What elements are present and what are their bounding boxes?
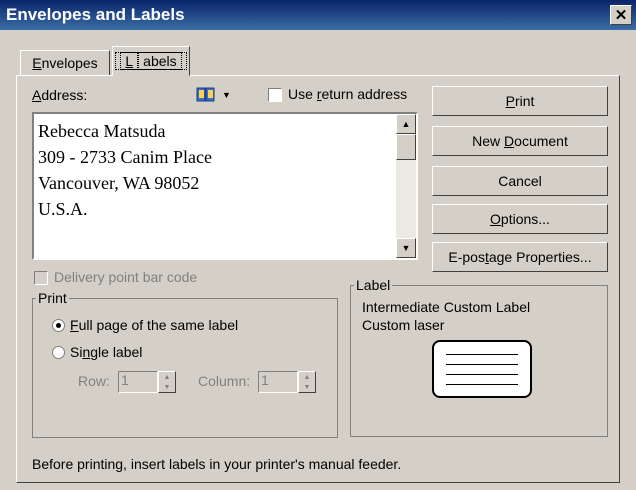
close-icon: ✕ bbox=[614, 7, 628, 24]
address-scrollbar[interactable]: ▲ ▼ bbox=[396, 114, 416, 258]
address-text: Rebecca Matsuda 309 - 2733 Canim Place V… bbox=[38, 118, 212, 222]
address-book-icon bbox=[196, 87, 215, 102]
full-page-label: Full page of the same label bbox=[70, 317, 239, 333]
use-return-address-label: Use return address bbox=[288, 86, 408, 102]
new-document-button-label: New Document bbox=[472, 133, 568, 149]
new-document-button[interactable]: New Document bbox=[432, 126, 608, 156]
footer-instructions: Before printing, insert labels in your p… bbox=[32, 456, 402, 472]
single-label-label: Single label bbox=[70, 344, 143, 360]
epostage-properties-button[interactable]: E-postage Properties... bbox=[432, 242, 608, 272]
column-label: Column: bbox=[198, 373, 251, 389]
tab-labels[interactable]: Labels bbox=[112, 46, 190, 76]
cancel-button[interactable]: Cancel bbox=[432, 166, 608, 196]
epostage-properties-button-label: E-postage Properties... bbox=[448, 249, 592, 265]
scroll-up-button[interactable]: ▲ bbox=[396, 114, 416, 134]
label-type: Custom laser bbox=[362, 317, 445, 333]
address-textarea[interactable]: Rebecca Matsuda 309 - 2733 Canim Place V… bbox=[32, 112, 418, 260]
address-line: Rebecca Matsuda bbox=[38, 121, 166, 141]
address-label: Address: bbox=[32, 87, 88, 103]
print-group-title: Print bbox=[36, 290, 69, 306]
options-button[interactable]: Options... bbox=[432, 204, 608, 234]
delivery-barcode-checkbox[interactable] bbox=[34, 271, 48, 285]
close-button[interactable]: ✕ bbox=[610, 5, 632, 25]
chevron-down-icon: ▼ bbox=[163, 383, 171, 391]
delivery-barcode-label: Delivery point bar code bbox=[54, 269, 198, 285]
single-label-radio[interactable] bbox=[52, 346, 65, 359]
chevron-up-icon: ▲ bbox=[163, 373, 171, 381]
chevron-down-icon: ▼ bbox=[303, 383, 311, 391]
address-line: 309 - 2733 Canim Place bbox=[38, 147, 212, 167]
chevron-down-icon: ▼ bbox=[401, 243, 411, 253]
use-return-address-checkbox[interactable] bbox=[268, 88, 282, 102]
address-line: Vancouver, WA 98052 bbox=[38, 173, 200, 193]
title-bar: Envelopes and Labels ✕ bbox=[0, 0, 636, 30]
cancel-button-label: Cancel bbox=[498, 173, 542, 189]
chevron-down-icon: ▼ bbox=[222, 89, 231, 100]
tab-envelopes[interactable]: Envelopes bbox=[20, 50, 110, 76]
chevron-up-icon: ▲ bbox=[401, 119, 411, 129]
tab-envelopes-label: Envelopes bbox=[32, 55, 98, 71]
label-preview-icon[interactable] bbox=[432, 340, 532, 398]
column-spinner[interactable]: ▲ ▼ bbox=[298, 371, 316, 393]
column-input[interactable]: 1 bbox=[258, 371, 298, 393]
full-page-radio[interactable] bbox=[52, 319, 65, 332]
row-input[interactable]: 1 bbox=[118, 371, 158, 393]
label-group-title: Label bbox=[354, 277, 393, 293]
print-button[interactable]: Print bbox=[432, 86, 608, 116]
tab-labels-label: Labels bbox=[115, 52, 187, 70]
row-spinner[interactable]: ▲ ▼ bbox=[158, 371, 176, 393]
address-line: U.S.A. bbox=[38, 199, 88, 219]
address-book-button[interactable]: ▼ bbox=[196, 86, 231, 103]
options-button-label: Options... bbox=[490, 211, 550, 227]
print-button-label: Print bbox=[505, 93, 535, 109]
dialog-title: Envelopes and Labels bbox=[6, 5, 185, 24]
envelopes-labels-dialog: Envelopes and Labels ✕ Envelopes Labels … bbox=[0, 0, 636, 490]
scroll-thumb[interactable] bbox=[396, 134, 416, 160]
row-label: Row: bbox=[78, 373, 110, 389]
label-name: Intermediate Custom Label bbox=[362, 299, 531, 315]
scroll-down-button[interactable]: ▼ bbox=[396, 238, 416, 258]
chevron-up-icon: ▲ bbox=[303, 373, 311, 381]
